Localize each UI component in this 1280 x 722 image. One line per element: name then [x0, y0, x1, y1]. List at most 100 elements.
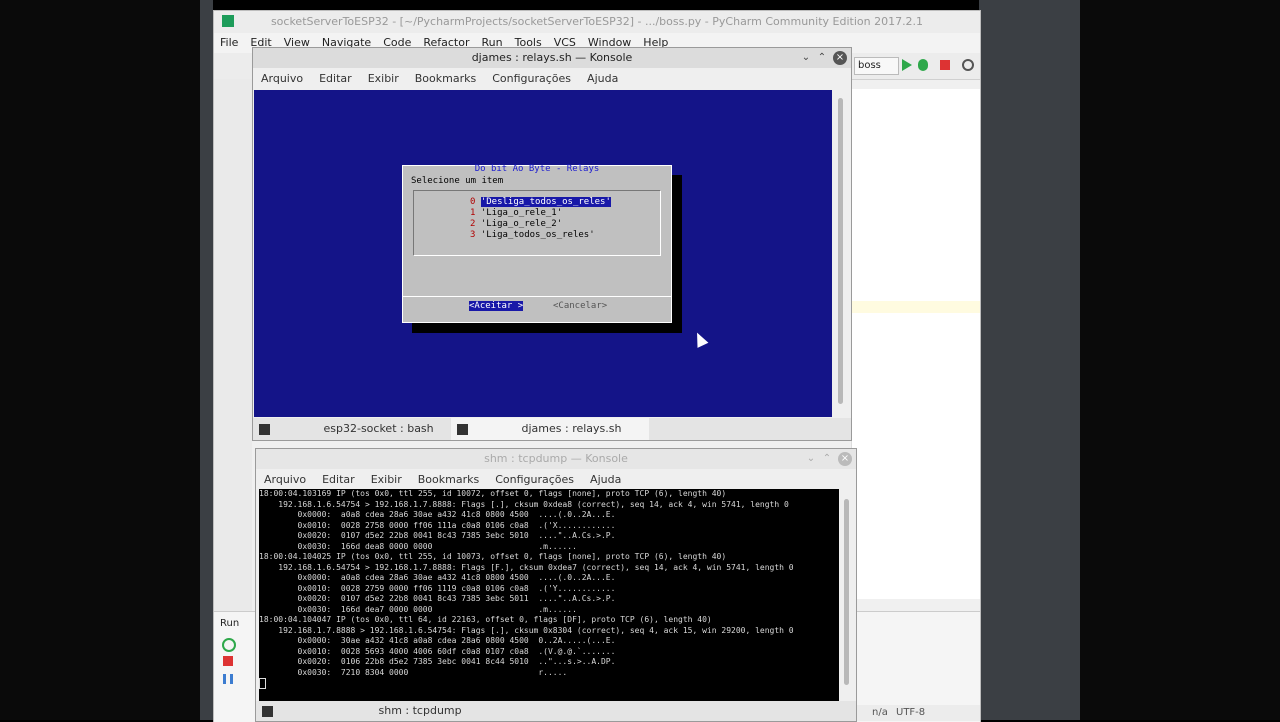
terminal-line: 0x0000: 30ae a432 41c8 a0a8 cdea 28a6 08… [259, 636, 616, 645]
konsole-relays-title: djames : relays.sh — Konsole [471, 51, 633, 64]
tab-esp32-socket[interactable]: esp32-socket : bash [253, 418, 451, 440]
minimize-icon[interactable]: ⌄ [799, 51, 813, 65]
menu-arquivo[interactable]: Arquivo [256, 469, 314, 491]
current-line-highlight [852, 301, 980, 313]
terminal-line: 0x0030: 166d dea7 0000 0000 .m...... [259, 604, 577, 614]
maximize-icon[interactable]: ⌃ [820, 452, 834, 466]
terminal-icon [262, 705, 273, 717]
debug-icon[interactable] [918, 59, 928, 71]
status-encoding[interactable]: UTF-8 [896, 705, 925, 721]
editor-area[interactable] [851, 89, 980, 599]
menu-ajuda[interactable]: Ajuda [582, 469, 629, 491]
dialog-button-row: <Aceitar > <Cancelar> [403, 296, 671, 321]
run-config-label: boss [858, 60, 881, 71]
run-tab-label[interactable]: Run [220, 618, 239, 629]
run-config-select[interactable]: boss [854, 57, 899, 75]
pycharm-title-bar: socketServerToESP32 - [~/PycharmProjects… [214, 11, 980, 33]
list-item[interactable]: 2 'Liga_o_rele_2' [470, 219, 562, 229]
terminal-line: 0x0020: 0106 22b8 d5e2 7385 3ebc 0041 8c… [259, 657, 616, 666]
menu-editar[interactable]: Editar [311, 68, 360, 90]
close-icon[interactable]: × [833, 51, 847, 65]
list-item[interactable]: 0 'Desliga_todos_os_reles' [470, 197, 611, 207]
maximize-icon[interactable]: ⌃ [815, 51, 829, 65]
terminal-line: 0x0000: a0a8 cdea 28a6 30ae a432 41c8 08… [259, 573, 616, 582]
terminal-line: 0x0000: a0a8 cdea 28a6 30ae a432 41c8 08… [259, 510, 616, 519]
item-number: 1 [470, 208, 476, 218]
pause-icon[interactable] [223, 674, 233, 684]
terminal-line: 0x0010: 0028 5693 4000 4006 60df c0a8 01… [259, 646, 616, 656]
run-icon[interactable] [902, 59, 912, 71]
item-label: 'Liga_o_rele_2' [480, 219, 563, 229]
konsole-tcpdump-window: shm : tcpdump — Konsole ⌄ ⌃ × Arquivo Ed… [255, 448, 857, 722]
terminal-cursor [259, 678, 266, 689]
left-black-bar [0, 0, 200, 720]
pycharm-title: socketServerToESP32 - [~/PycharmProjects… [270, 15, 924, 28]
tab-relays[interactable]: djames : relays.sh [451, 418, 649, 440]
desktop-background-left [200, 0, 213, 720]
konsole-relays-tabs: esp32-socket : bash djames : relays.sh [253, 418, 851, 440]
konsole-tcpdump-tabs: shm : tcpdump [256, 701, 856, 721]
menu-configuracoes[interactable]: Configurações [484, 68, 579, 90]
cancel-button[interactable]: <Cancelar> [553, 301, 607, 311]
relay-menu-list: 0 'Desliga_todos_os_reles' 1 'Liga_o_rel… [413, 190, 661, 256]
terminal-icon [259, 423, 270, 435]
menu-exibir[interactable]: Exibir [363, 469, 410, 491]
item-label: 'Liga_o_rele_1' [480, 208, 563, 218]
konsole-tcpdump-title-bar: shm : tcpdump — Konsole ⌄ ⌃ × [256, 449, 856, 469]
menu-bookmarks[interactable]: Bookmarks [407, 68, 484, 90]
project-panel [214, 79, 252, 619]
konsole-relays-title-bar: djames : relays.sh — Konsole ⌄ ⌃ × [253, 48, 851, 68]
terminal-line: 192.168.1.6.54754 > 192.168.1.7.8888: Fl… [259, 562, 794, 572]
menu-ajuda[interactable]: Ajuda [579, 68, 626, 90]
menu-exibir[interactable]: Exibir [360, 68, 407, 90]
list-item[interactable]: 3 'Liga_todos_os_reles' [470, 230, 595, 240]
pycharm-app-icon [222, 15, 234, 27]
terminal-relays-scrollbar[interactable] [834, 90, 848, 417]
terminal-relays[interactable]: Do bit Ao Byte - Relays Selecione um ite… [254, 90, 832, 417]
terminal-line: 18:00:04.103169 IP (tos 0x0, ttl 255, id… [259, 489, 727, 498]
accept-button[interactable]: <Aceitar > [469, 301, 524, 311]
terminal-line: 0x0010: 0028 2758 0000 ff06 111a c0a8 01… [259, 520, 616, 530]
minimize-icon[interactable]: ⌄ [804, 452, 818, 466]
terminal-line: 0x0020: 0107 d5e2 22b8 0041 8c43 7385 3e… [259, 531, 616, 540]
tab-tcpdump[interactable]: shm : tcpdump [256, 701, 556, 721]
scrollbar-thumb[interactable] [844, 499, 849, 685]
scrollbar-thumb[interactable] [838, 98, 843, 404]
tab-label: djames : relays.sh [521, 422, 622, 435]
konsole-tcpdump-title: shm : tcpdump — Konsole [484, 452, 628, 465]
terminal-line: 18:00:04.104047 IP (tos 0x0, ttl 64, id … [259, 615, 712, 624]
stop-icon[interactable] [940, 60, 950, 70]
konsole-relays-menu: Arquivo Editar Exibir Bookmarks Configur… [253, 68, 851, 90]
desktop-background-right [979, 0, 1080, 720]
menu-configuracoes[interactable]: Configurações [487, 469, 582, 491]
dialog-prompt: Selecione um item [411, 176, 504, 186]
terminal-line: 18:00:04.104025 IP (tos 0x0, ttl 255, id… [259, 552, 727, 561]
dialog-title: Do bit Ao Byte - Relays [474, 164, 600, 174]
right-black-bar [1080, 0, 1280, 720]
terminal-line: 0x0010: 0028 2759 0000 ff06 1119 c0a8 01… [259, 583, 616, 593]
run-stop-icon[interactable] [223, 656, 233, 666]
item-number: 2 [470, 219, 476, 229]
status-na: n/a [872, 707, 888, 718]
terminal-icon [457, 423, 468, 435]
menu-file[interactable]: File [214, 33, 244, 53]
terminal-line: 0x0030: 7210 8304 0000 r..... [259, 667, 568, 677]
terminal-line: 0x0030: 166d dea8 0000 0000 .m...... [259, 541, 577, 551]
menu-bookmarks[interactable]: Bookmarks [410, 469, 487, 491]
item-label: 'Liga_todos_os_reles' [480, 230, 595, 240]
konsole-relays-window: djames : relays.sh — Konsole ⌄ ⌃ × Arqui… [252, 47, 852, 441]
menu-arquivo[interactable]: Arquivo [253, 68, 311, 90]
terminal-tcpdump-scrollbar[interactable] [841, 489, 853, 701]
close-icon[interactable]: × [838, 452, 852, 466]
terminal-line: 0x0020: 0107 d5e2 22b8 0041 8c43 7385 3e… [259, 594, 616, 603]
item-number: 3 [470, 230, 476, 240]
terminal-tcpdump[interactable]: 18:00:04.103169 IP (tos 0x0, ttl 255, id… [259, 489, 839, 701]
terminal-line: 192.168.1.7.8888 > 192.168.1.6.54754: Fl… [259, 625, 794, 635]
rerun-icon[interactable] [222, 638, 236, 652]
menu-editar[interactable]: Editar [314, 469, 363, 491]
item-label: 'Desliga_todos_os_reles' [480, 197, 611, 207]
tab-label: esp32-socket : bash [323, 422, 434, 435]
list-item[interactable]: 1 'Liga_o_rele_1' [470, 208, 562, 218]
search-icon[interactable] [962, 59, 974, 71]
relays-dialog: Do bit Ao Byte - Relays Selecione um ite… [402, 164, 672, 323]
